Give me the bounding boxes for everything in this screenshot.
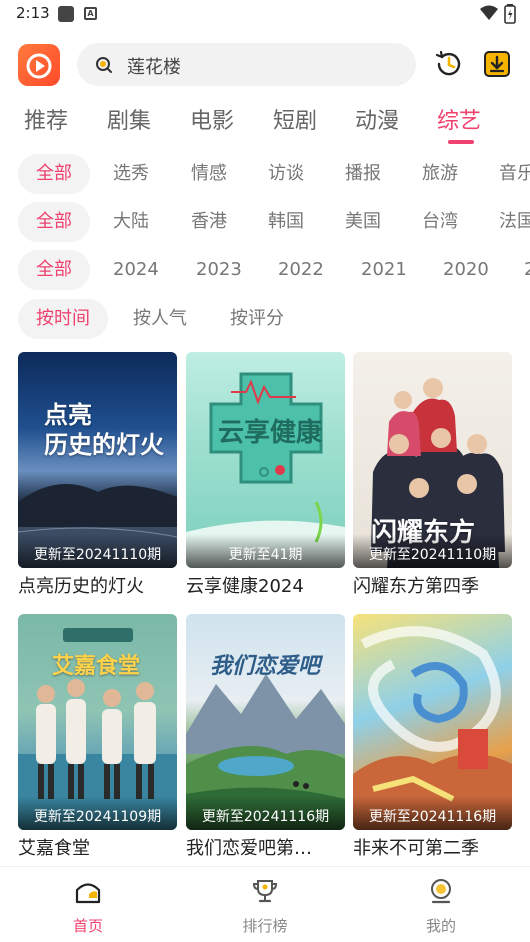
show-poster: 云享健康 更新至41期	[186, 352, 345, 568]
nav-home-label: 首页	[72, 917, 103, 935]
nav-ranking[interactable]: 排行榜	[225, 877, 305, 936]
notification-icon	[58, 6, 74, 22]
filter-region-mainland[interactable]: 大陆	[113, 202, 149, 242]
filter-type-music[interactable]: 音乐	[499, 154, 530, 194]
profile-icon	[431, 879, 451, 904]
filter-row-year: 全部 2024 2023 2022 2021 2020 2	[0, 250, 530, 292]
history-icon[interactable]	[433, 48, 465, 80]
update-label: 更新至20241116期	[201, 809, 330, 825]
filter-region-hongkong[interactable]: 香港	[191, 202, 227, 242]
filter-type-romance[interactable]: 情感	[191, 154, 227, 194]
filter-type-all[interactable]: 全部	[18, 154, 90, 194]
filter-year-2023[interactable]: 2023	[196, 250, 242, 290]
trophy-icon	[252, 880, 278, 903]
search-icon	[96, 57, 112, 73]
show-poster: 闪耀东方 更新至20241110期	[353, 352, 512, 568]
show-poster: 点亮 历史的灯火 更新至20241110期	[18, 352, 177, 568]
nav-profile-label: 我的	[425, 917, 456, 935]
download-icon[interactable]	[481, 48, 513, 80]
sort-by-popularity[interactable]: 按人气	[133, 299, 187, 339]
poster-title: 艾嘉食堂	[52, 653, 141, 679]
filter-year-2021[interactable]: 2021	[361, 250, 407, 290]
play-icon	[26, 53, 52, 79]
show-card[interactable]: 点亮 历史的灯火 更新至20241110期 点亮历史的灯火	[18, 352, 177, 598]
sort-by-rating[interactable]: 按评分	[230, 299, 284, 339]
filter-type-news[interactable]: 播报	[345, 154, 381, 194]
filter-year-2022[interactable]: 2022	[278, 250, 324, 290]
nav-ranking-label: 排行榜	[242, 917, 288, 935]
tab-recommended[interactable]: 推荐	[24, 103, 68, 135]
show-title: 点亮历史的灯火	[18, 576, 144, 597]
tab-movies[interactable]: 电影	[190, 103, 234, 135]
tab-anime[interactable]: 动漫	[355, 103, 399, 135]
filter-type-travel[interactable]: 旅游	[422, 154, 458, 194]
sort-by-time[interactable]: 按时间	[18, 299, 108, 339]
battery-icon	[504, 4, 516, 24]
update-label: 更新至20241110期	[368, 547, 497, 563]
wifi-icon	[480, 5, 498, 20]
poster-title: 我们恋爱吧	[210, 653, 321, 679]
poster-title: 云享健康	[218, 418, 323, 448]
filter-row-sort: 按时间 按人气 按评分	[0, 299, 530, 341]
tab-short-drama[interactable]: 短剧	[273, 103, 317, 135]
filter-region-korea[interactable]: 韩国	[268, 202, 304, 242]
tab-series[interactable]: 剧集	[107, 103, 151, 135]
show-card[interactable]: 闪耀东方 更新至20241110期 闪耀东方第四季	[353, 352, 512, 598]
update-label: 更新至20241110期	[33, 547, 162, 563]
show-title: 我们恋爱吧第…	[186, 838, 312, 859]
filter-region-usa[interactable]: 美国	[345, 202, 381, 242]
filter-type-talent[interactable]: 选秀	[113, 154, 149, 194]
filter-region-taiwan[interactable]: 台湾	[422, 202, 458, 242]
filter-year-more[interactable]: 2	[524, 250, 530, 290]
filter-row-type: 全部 选秀 情感 访谈 播报 旅游 音乐	[0, 154, 530, 196]
filter-year-all[interactable]: 全部	[18, 250, 90, 290]
filter-region-france[interactable]: 法国	[499, 202, 530, 242]
nav-profile[interactable]: 我的	[401, 877, 481, 936]
filter-year-2024[interactable]: 2024	[113, 250, 159, 290]
show-card[interactable]: 艾嘉食堂 更新至20241109期 艾嘉食堂	[18, 614, 177, 860]
show-title: 云享健康2024	[186, 576, 304, 597]
filter-row-region: 全部 大陆 香港 韩国 美国 台湾 法国	[0, 202, 530, 244]
show-title: 艾嘉食堂	[18, 838, 90, 859]
poster-title: 点亮 历史的灯火	[44, 400, 164, 459]
search-input[interactable]: 莲花楼	[77, 43, 416, 86]
app-logo[interactable]	[18, 44, 60, 86]
show-title: 闪耀东方第四季	[353, 576, 479, 597]
bottom-nav: 首页 排行榜 我的	[0, 866, 530, 942]
show-title: 非来不可第二季	[353, 838, 479, 859]
show-card[interactable]: 云享健康 更新至41期 云享健康2024	[186, 352, 345, 598]
filter-type-interview[interactable]: 访谈	[268, 154, 304, 194]
update-label: 更新至20241109期	[33, 809, 162, 825]
search-placeholder: 莲花楼	[127, 57, 181, 78]
tab-variety[interactable]: 综艺	[437, 103, 481, 135]
show-poster: 更新至20241116期	[353, 614, 512, 830]
nav-home[interactable]: 首页	[48, 877, 128, 936]
update-label: 更新至20241116期	[368, 809, 497, 825]
show-poster: 我们恋爱吧 更新至20241116期	[186, 614, 345, 830]
filter-year-2020[interactable]: 2020	[443, 250, 489, 290]
show-card[interactable]: 更新至20241116期 非来不可第二季	[353, 614, 512, 860]
home-icon	[75, 883, 101, 904]
filter-region-all[interactable]: 全部	[18, 202, 90, 242]
status-bar: 2:13 A	[0, 0, 530, 28]
update-label: 更新至41期	[228, 547, 303, 563]
app-notification-icon: A	[84, 7, 97, 20]
show-card[interactable]: 我们恋爱吧 更新至20241116期 我们恋爱吧第…	[186, 614, 345, 860]
status-time: 2:13	[16, 4, 50, 22]
active-tab-indicator	[448, 140, 474, 144]
show-poster: 艾嘉食堂 更新至20241109期	[18, 614, 177, 830]
